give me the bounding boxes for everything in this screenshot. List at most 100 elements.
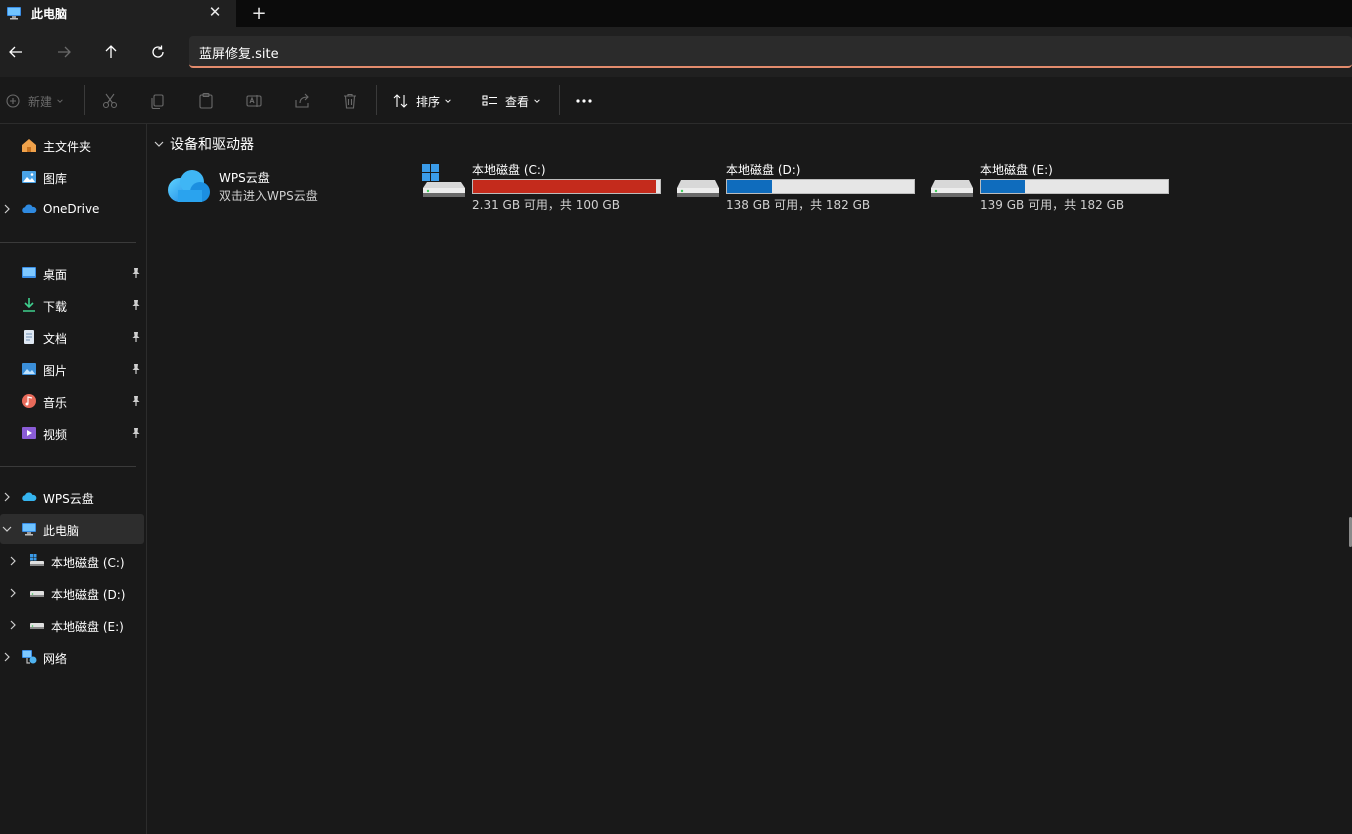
sidebar-item-videos[interactable]: 视频 [0, 418, 144, 448]
sidebar-item-desktop[interactable]: 桌面 [0, 258, 144, 288]
up-button[interactable] [97, 39, 125, 65]
drive-free-space: 139 GB 可用，共 182 GB [980, 198, 1125, 212]
onedrive-cloud-icon [22, 204, 37, 213]
new-tab-button[interactable]: + [248, 2, 270, 24]
share-button[interactable] [293, 89, 311, 113]
windows-drive-icon [422, 164, 465, 197]
back-button[interactable] [2, 39, 30, 65]
network-icon [22, 650, 37, 664]
drive-tile-d[interactable]: 本地磁盘 (D:) 138 GB 可用，共 182 GB [675, 160, 925, 214]
videos-icon [22, 427, 36, 439]
sidebar-item-label: 本地磁盘 (C:) [51, 556, 125, 570]
sidebar-item-label: 此电脑 [43, 524, 80, 538]
navigation-bar [0, 27, 1352, 77]
cut-button[interactable] [101, 89, 119, 113]
wps-cloud-title: WPS云盘 [219, 171, 270, 185]
main-content: 设备和驱动器 WPS云盘 双击进入WPS云盘 本地磁盘 (C:) 2.31 GB… [148, 124, 1352, 834]
pin-icon[interactable] [130, 299, 142, 311]
drive-usage-fill [727, 180, 772, 193]
sidebar-item-this-pc[interactable]: 此电脑 [0, 514, 144, 544]
forward-button[interactable] [50, 39, 78, 65]
chevron-right-icon [8, 556, 18, 566]
wps-cloud-subtitle: 双击进入WPS云盘 [219, 189, 318, 203]
sidebar-item-label: 桌面 [43, 268, 68, 282]
chevron-down-icon [534, 99, 540, 103]
sidebar-item-drive-c[interactable]: 本地磁盘 (C:) [0, 546, 144, 576]
sidebar-item-pictures[interactable]: 图片 [0, 354, 144, 384]
sidebar-item-drive-e[interactable]: 本地磁盘 (E:) [0, 610, 144, 640]
paste-icon [199, 92, 213, 109]
pin-icon[interactable] [130, 267, 142, 279]
pictures-icon [22, 363, 36, 375]
sidebar-item-label: 图片 [43, 364, 68, 378]
rename-button[interactable] [245, 89, 263, 113]
copy-icon [151, 94, 164, 110]
sidebar-item-drive-d[interactable]: 本地磁盘 (D:) [0, 578, 144, 608]
pin-icon[interactable] [130, 363, 142, 375]
view-button[interactable]: 查看 [481, 89, 541, 113]
divider [559, 85, 560, 115]
address-input[interactable] [199, 42, 1339, 62]
back-arrow-icon [9, 46, 22, 58]
refresh-button[interactable] [144, 39, 172, 65]
wps-cloud-tile[interactable]: WPS云盘 双击进入WPS云盘 [166, 164, 396, 210]
computer-icon [6, 5, 22, 21]
sidebar-item-downloads[interactable]: 下载 [0, 290, 144, 320]
delete-button[interactable] [341, 89, 359, 113]
chevron-down-icon [57, 99, 63, 103]
paste-button[interactable] [197, 89, 215, 113]
more-options-button[interactable] [575, 89, 595, 113]
sidebar-item-label: 视频 [43, 428, 68, 442]
tab-title: 此电脑 [31, 7, 68, 21]
chevron-down-icon [154, 141, 164, 147]
sidebar-item-gallery[interactable]: 图库 [0, 162, 144, 192]
drive-icon [29, 585, 45, 601]
sidebar-item-label: 图库 [43, 172, 68, 186]
sort-button[interactable]: 排序 [392, 89, 452, 113]
pin-icon[interactable] [130, 427, 142, 439]
drive-tile-c[interactable]: 本地磁盘 (C:) 2.31 GB 可用，共 100 GB [421, 160, 671, 214]
sidebar-item-documents[interactable]: 文档 [0, 322, 144, 352]
chevron-right-icon [8, 588, 18, 598]
sidebar-item-label: OneDrive [43, 202, 100, 216]
pin-icon[interactable] [130, 395, 142, 407]
sidebar-item-music[interactable]: 音乐 [0, 386, 144, 416]
drive-name: 本地磁盘 (D:) [726, 163, 801, 177]
sidebar-item-label: 文档 [43, 332, 68, 346]
documents-icon [24, 330, 34, 344]
sidebar-item-label: 音乐 [43, 396, 68, 410]
sidebar-item-onedrive[interactable]: OneDrive [0, 194, 144, 224]
drive-usage-fill [981, 180, 1025, 193]
up-arrow-icon [105, 45, 117, 58]
pin-icon[interactable] [130, 331, 142, 343]
music-icon [22, 394, 36, 408]
wps-cloud-icon [22, 492, 37, 501]
copy-button[interactable] [149, 89, 167, 113]
sidebar-item-label: WPS云盘 [43, 492, 94, 506]
tab-this-pc[interactable]: 此电脑 ✕ [0, 0, 236, 27]
sidebar-item-wps-cloud[interactable]: WPS云盘 [0, 482, 144, 512]
trash-icon [344, 93, 356, 109]
command-bar: 新建 排序 查看 [0, 77, 1352, 124]
sidebar-item-network[interactable]: 网络 [0, 642, 144, 672]
more-dots-icon [576, 99, 592, 103]
drive-icon [931, 180, 973, 197]
sidebar-item-label: 下载 [43, 300, 68, 314]
group-title: 设备和驱动器 [170, 137, 254, 153]
windows-drive-icon [30, 554, 44, 566]
address-bar[interactable] [189, 36, 1352, 68]
sidebar-item-label: 本地磁盘 (D:) [51, 588, 126, 602]
tab-bar: 此电脑 ✕ + [0, 0, 1352, 27]
new-button[interactable]: 新建 [6, 89, 64, 113]
sidebar-divider [0, 466, 136, 467]
drive-name: 本地磁盘 (C:) [472, 163, 546, 177]
drive-icon [29, 617, 45, 633]
gallery-icon [22, 171, 36, 183]
group-header-devices[interactable]: 设备和驱动器 [154, 134, 254, 154]
home-icon [22, 139, 36, 152]
chevron-right-icon [8, 620, 18, 630]
chevron-right-icon [2, 492, 12, 502]
close-tab-button[interactable]: ✕ [206, 3, 224, 21]
sidebar-item-home[interactable]: 主文件夹 [0, 130, 144, 160]
drive-tile-e[interactable]: 本地磁盘 (E:) 139 GB 可用，共 182 GB [929, 160, 1179, 214]
